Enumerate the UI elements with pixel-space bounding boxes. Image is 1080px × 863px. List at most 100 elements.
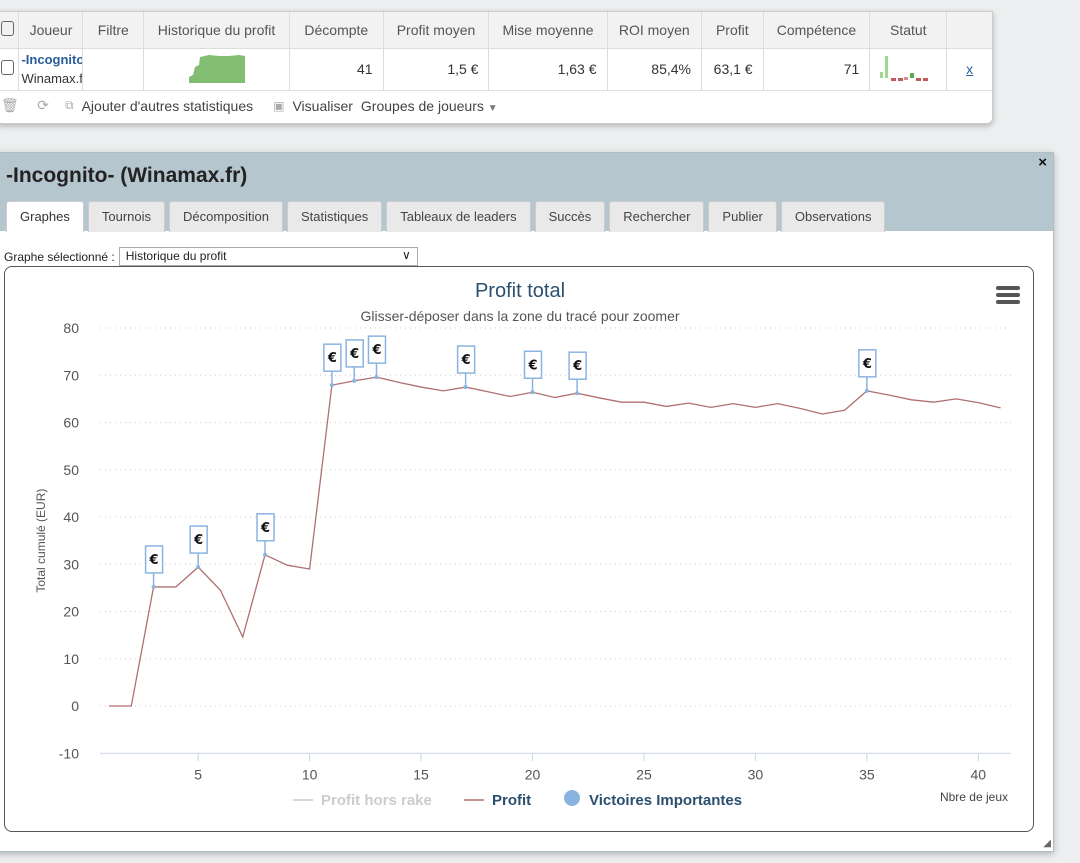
y-tick-label: 40: [63, 509, 79, 525]
filter-cell: [82, 47, 145, 91]
profit-cell: 63,1 €: [701, 47, 764, 91]
dialog-header: -Incognito- (Winamax.fr) × Graphes Tourn…: [0, 153, 1053, 232]
col-joueur[interactable]: Joueur: [18, 12, 84, 48]
x-tick-label: 10: [302, 766, 318, 782]
avg-profit-cell: 1,5 €: [383, 47, 490, 91]
big-win-flag-label: €: [193, 533, 203, 548]
x-tick-label: 30: [748, 766, 764, 782]
big-win-flag-label: €: [527, 358, 537, 373]
graph-select-value: Historique du profit: [125, 249, 227, 263]
col-filtre[interactable]: Filtre: [82, 12, 145, 48]
table-row: -Incognito Winamax.fr 41 1,5 € 1,63 € 85…: [0, 47, 992, 91]
players-table: Joueur Filtre Historique du profit Décom…: [0, 12, 992, 91]
legend-symbol-victoires: [564, 790, 580, 806]
player-site: Winamax.fr: [21, 71, 83, 86]
row-checkbox[interactable]: [1, 60, 14, 75]
y-tick-label: 20: [63, 604, 79, 620]
graph-selector-row: Graphe sélectionné : Historique du profi…: [4, 247, 418, 266]
legend-profit-hors-rake[interactable]: Profit hors rake: [321, 792, 432, 809]
col-profit-moyen[interactable]: Profit moyen: [383, 12, 490, 48]
y-tick-label: 60: [63, 415, 79, 431]
x-axis-label: Nbre de jeux: [940, 790, 1008, 804]
refresh-icon[interactable]: ⟳: [29, 97, 57, 114]
x-tick-label: 20: [525, 766, 541, 782]
y-tick-label: 80: [63, 320, 79, 336]
add-stats-icon: ⧉: [65, 98, 74, 112]
y-tick-label: 10: [63, 651, 79, 667]
dialog-tabs: Graphes Tournois Décomposition Statistiq…: [6, 201, 886, 232]
tab-rechercher[interactable]: Rechercher: [609, 201, 705, 232]
big-win-flag-label: €: [461, 353, 471, 368]
add-stats-button[interactable]: Ajouter d'autres statistiques: [82, 98, 254, 114]
player-cell: -Incognito Winamax.fr: [18, 47, 84, 91]
players-table-panel: Joueur Filtre Historique du profit Décom…: [0, 11, 993, 124]
avg-stake-cell: 1,63 €: [488, 47, 608, 91]
chart-title: Profit total: [475, 280, 565, 302]
graph-select[interactable]: Historique du profit ∨: [118, 247, 418, 266]
y-tick-label: 50: [63, 462, 79, 478]
legend-profit[interactable]: Profit: [492, 792, 531, 809]
col-historique[interactable]: Historique du profit: [143, 12, 291, 48]
big-win-flag-label: €: [862, 357, 872, 372]
col-roi-moyen[interactable]: ROI moyen: [607, 12, 702, 48]
x-tick-label: 40: [971, 766, 987, 782]
big-win-flag-label: €: [572, 359, 582, 374]
count-cell: 41: [289, 47, 384, 91]
profit-sparkline: [143, 47, 291, 91]
visualize-button[interactable]: Visualiser: [292, 98, 352, 114]
col-decompte[interactable]: Décompte: [289, 12, 384, 48]
dialog-title: -Incognito- (Winamax.fr): [6, 164, 248, 187]
col-mise-moyenne[interactable]: Mise moyenne: [488, 12, 608, 48]
image-icon: ▣: [273, 98, 285, 113]
player-groups-label: Groupes de joueurs: [360, 97, 484, 114]
table-header-row: Joueur Filtre Historique du profit Décom…: [0, 12, 992, 48]
x-tick-label: 15: [413, 766, 429, 782]
tab-tableaux-de-leaders[interactable]: Tableaux de leaders: [386, 201, 531, 232]
big-win-flag-label: €: [371, 343, 381, 358]
status-bars-icon: [880, 55, 929, 81]
tab-decomposition[interactable]: Décomposition: [169, 201, 284, 232]
col-competence[interactable]: Compétence: [763, 12, 871, 48]
y-tick-label: 30: [63, 556, 79, 572]
profit-chart[interactable]: Profit total Glisser-déposer dans la zone…: [5, 267, 1035, 833]
x-tick-label: 5: [194, 766, 202, 782]
tab-statistiques[interactable]: Statistiques: [287, 201, 383, 232]
resize-handle-icon[interactable]: ◢: [1043, 838, 1051, 849]
caret-down-icon: ▼: [487, 102, 498, 114]
tab-succes[interactable]: Succès: [534, 201, 606, 232]
player-groups-dropdown[interactable]: Groupes de joueurs ▼: [361, 98, 498, 114]
x-tick-label: 25: [636, 766, 652, 782]
y-tick-label: 0: [71, 698, 79, 714]
col-statut[interactable]: Statut: [869, 12, 948, 48]
select-all-cell: [0, 12, 20, 48]
menu-icon[interactable]: [996, 286, 1020, 304]
table-toolbar: 🗑 ⟳ ⧉ Ajouter d'autres statistiques ▣ Vi…: [0, 97, 498, 114]
big-win-flag-label: €: [260, 521, 270, 536]
tab-tournois[interactable]: Tournois: [87, 201, 166, 232]
y-tick-label: -10: [59, 745, 79, 761]
legend-victoires-importantes[interactable]: Victoires Importantes: [589, 792, 742, 809]
remove-player-link[interactable]: x: [966, 61, 973, 77]
sparkline-graph: [188, 54, 245, 83]
close-icon[interactable]: ×: [1038, 154, 1047, 171]
chart-subtitle: Glisser-déposer dans la zone du tracé po…: [360, 308, 679, 324]
chart-container: Profit total Glisser-déposer dans la zone…: [4, 266, 1034, 832]
tab-graphes[interactable]: Graphes: [6, 201, 84, 232]
y-tick-label: 70: [63, 367, 79, 383]
graph-selector-label: Graphe sélectionné :: [4, 249, 115, 264]
player-name-link[interactable]: -Incognito: [21, 52, 82, 67]
tab-publier[interactable]: Publier: [708, 201, 777, 232]
x-tick-label: 35: [859, 766, 875, 782]
player-dialog: -Incognito- (Winamax.fr) × Graphes Tourn…: [0, 152, 1054, 852]
big-win-flag-label: €: [149, 553, 159, 568]
col-profit[interactable]: Profit: [701, 12, 764, 48]
trash-icon[interactable]: 🗑: [0, 97, 21, 114]
chevron-down-icon: ∨: [401, 248, 411, 262]
status-cell: [869, 47, 948, 91]
y-axis-label: Total cumulé (EUR): [34, 489, 48, 593]
profit-series-line: [109, 376, 1001, 707]
tab-observations[interactable]: Observations: [780, 201, 886, 232]
big-win-flag-label: €: [327, 351, 337, 366]
big-win-flag-label: €: [349, 347, 359, 362]
select-all-checkbox[interactable]: [1, 20, 15, 36]
